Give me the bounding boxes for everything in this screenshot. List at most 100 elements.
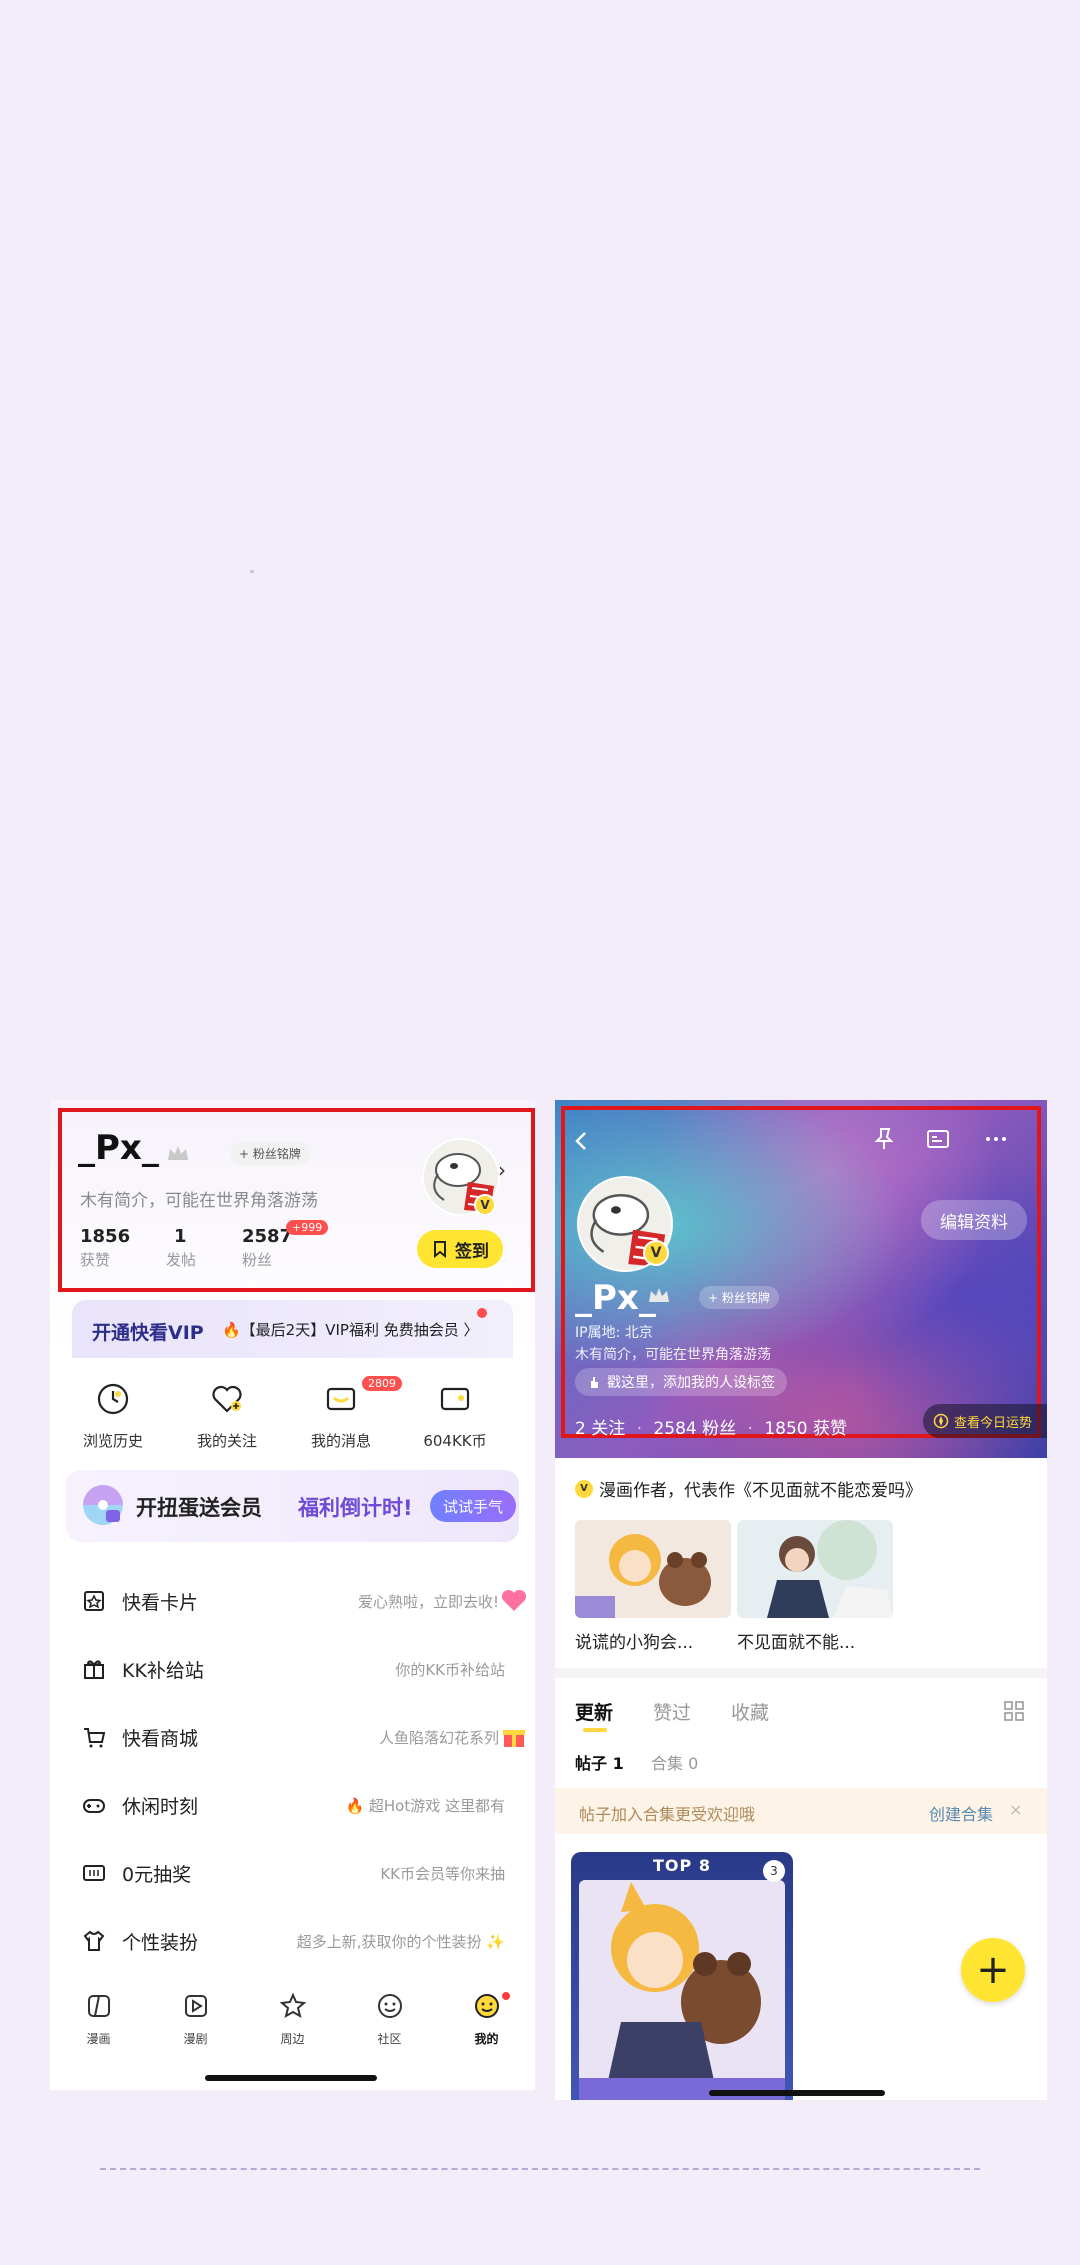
works-section: V 漫画作者，代表作《不见面就不能恋爱吗》 说谎的小狗会... 不见面就不能..… <box>555 1458 1047 1668</box>
grid-view-icon[interactable] <box>1003 1700 1025 1722</box>
post-image-count: 3 <box>763 1860 785 1882</box>
home-indicator <box>205 2075 377 2081</box>
profile-stats: 2 关注 · 2584 粉丝 · 1850 获赞 <box>575 1414 853 1439</box>
menu-hint: 你的KK币补给站 <box>395 1661 505 1679</box>
notification-dot <box>502 1992 510 2000</box>
profile-card-icon[interactable] <box>925 1126 951 1152</box>
pin-icon[interactable] <box>871 1126 897 1152</box>
tab-label: 周边 <box>280 2032 305 2046</box>
gacha-try-button[interactable]: 试试手气 <box>430 1490 516 1522</box>
stat-likes[interactable]: 1856 获赞 <box>80 1226 130 1270</box>
tab-liked[interactable]: 赞过 <box>653 1698 691 1725</box>
quick-action-label: 浏览历史 <box>82 1432 143 1450</box>
bottom-tab-bar: 漫画 漫剧 周边 社区 我的 <box>50 1980 535 2055</box>
menu-label: 快看商城 <box>122 1728 199 1750</box>
gacha-highlight: 福利倒计时! <box>298 1496 413 1520</box>
stat-fans-label: 粉丝 <box>242 1251 273 1269</box>
post-rank-banner: TOP 8 <box>653 1856 711 1875</box>
post-card[interactable]: TOP 8 3 <box>571 1852 793 2100</box>
menu-label: 休闲时刻 <box>122 1796 199 1818</box>
quick-action-messages[interactable]: 我的消息 <box>286 1382 396 1451</box>
gamepad-icon <box>83 1799 105 1813</box>
subtab-collections[interactable]: 合集 0 <box>651 1750 698 1774</box>
profile-name[interactable]: _Px_ <box>78 1128 159 1168</box>
tab-comics[interactable]: 漫画 <box>50 1992 147 2047</box>
verified-icon: V <box>474 1194 496 1216</box>
profile-bio: 木有简介，可能在世界角落游荡 <box>575 1347 771 1363</box>
quick-action-label: 604KK币 <box>423 1432 487 1450</box>
add-tag-button[interactable]: 戳这里，添加我的人设标签 <box>575 1368 787 1396</box>
work-item[interactable]: 说谎的小狗会... <box>575 1520 731 1653</box>
work-cover-image <box>575 1520 731 1618</box>
menu-label: 0元抽奖 <box>122 1864 192 1886</box>
menu-row-lottery[interactable]: 0元抽奖 KK币会员等你来抽 <box>50 1839 535 1907</box>
add-post-button[interactable]: + <box>961 1938 1025 2002</box>
stat-posts-value: 1 <box>174 1226 187 1247</box>
edit-profile-button[interactable]: 编辑资料 <box>921 1200 1027 1240</box>
stat-likes-value: 1856 <box>80 1226 131 1247</box>
work-item[interactable]: 不见面就不能... <box>737 1520 893 1653</box>
home-indicator <box>709 2090 885 2096</box>
menu-row-mall[interactable]: 快看商城 人鱼陷落幻花系列 <box>50 1703 535 1771</box>
menu-hint: 人鱼陷落幻花系列 <box>378 1729 499 1747</box>
fans-new-badge: +999 <box>286 1220 329 1235</box>
posts-list: TOP 8 3 + <box>555 1834 1047 2100</box>
stat-posts[interactable]: 1 发帖 <box>166 1226 196 1270</box>
tab-drama[interactable]: 漫剧 <box>147 1992 244 2047</box>
ticket-icon <box>83 1865 105 1881</box>
verified-icon: V <box>575 1479 593 1498</box>
menu-row-supply[interactable]: KK补给站 你的KK币补给站 <box>50 1635 535 1703</box>
menu-row-cards[interactable]: 快看卡片 爱心熟啦，立即去收! <box>50 1567 535 1635</box>
menu-hint: 🔥 超Hot游戏 这里都有 <box>345 1797 505 1815</box>
vip-promo[interactable]: 🔥【最后2天】VIP福利 免费抽会员 〉 <box>222 1319 479 1340</box>
author-intro: V 漫画作者，代表作《不见面就不能恋爱吗》 <box>575 1476 922 1501</box>
fan-badge-button[interactable]: + 粉丝铭牌 <box>699 1286 779 1309</box>
tip-text: 帖子加入合集更受欢迎哦 <box>579 1805 756 1824</box>
gacha-banner[interactable]: 开扭蛋送会员 福利倒计时! 试试手气 <box>66 1470 519 1542</box>
comic-icon <box>87 1995 110 2017</box>
vip-banner[interactable]: 开通快看VIP 🔥【最后2天】VIP福利 免费抽会员 〉 <box>72 1300 513 1358</box>
chevron-right-icon[interactable]: › <box>498 1158 506 1182</box>
fortune-icon <box>933 1413 949 1429</box>
wallet-icon <box>440 1387 470 1411</box>
likes-count[interactable]: 1850 获赞 <box>764 1419 847 1439</box>
tab-community[interactable]: 社区 <box>341 1992 438 2047</box>
tab-label: 我的 <box>474 2032 499 2046</box>
menu-row-dressup[interactable]: 个性装扮 超多上新,获取你的个性装扮 ✨ <box>50 1907 535 1975</box>
tab-updates[interactable]: 更新 <box>575 1698 613 1725</box>
heart-plus-icon <box>212 1385 242 1413</box>
more-icon[interactable] <box>983 1126 1009 1152</box>
stat-fans[interactable]: 2587 粉丝 <box>242 1226 292 1270</box>
follow-count[interactable]: 2 关注 <box>575 1419 625 1439</box>
message-count-badge: 2809 <box>362 1376 402 1391</box>
fan-badge-button[interactable]: + 粉丝铭牌 <box>230 1142 310 1165</box>
quick-action-following[interactable]: 我的关注 <box>172 1382 282 1451</box>
checkin-icon <box>434 1241 446 1258</box>
fortune-label: 查看今日运势 <box>954 1415 1033 1431</box>
separator: · <box>636 1419 643 1439</box>
hand-icon <box>591 1377 598 1388</box>
tab-label: 漫画 <box>86 2032 111 2046</box>
quick-action-wallet[interactable]: 604KK币 <box>400 1382 510 1451</box>
tab-merch[interactable]: 周边 <box>244 1992 341 2047</box>
gacha-title: 开扭蛋送会员 <box>136 1496 262 1520</box>
quick-action-history[interactable]: 浏览历史 <box>58 1382 168 1451</box>
daily-fortune-button[interactable]: 查看今日运势 <box>923 1404 1047 1438</box>
checkin-button[interactable]: 签到 <box>417 1230 503 1268</box>
menu-label: KK补给站 <box>122 1660 204 1682</box>
back-icon[interactable] <box>569 1128 595 1154</box>
smiley-icon <box>474 1994 499 2018</box>
tab-mine[interactable]: 我的 <box>438 1992 535 2047</box>
fans-count[interactable]: 2584 粉丝 <box>653 1419 736 1439</box>
quick-action-label: 我的消息 <box>310 1432 371 1450</box>
close-icon[interactable]: × <box>1009 1800 1022 1819</box>
menu-row-games[interactable]: 休闲时刻 🔥 超Hot游戏 这里都有 <box>50 1771 535 1839</box>
card-icon <box>84 1591 104 1611</box>
cart-icon <box>84 1728 106 1748</box>
create-collection-link[interactable]: 创建合集 <box>929 1801 993 1825</box>
left-phone-screen: _Px_ + 粉丝铭牌 木有简介，可能在世界角落游荡 1856 获赞 1 发帖 … <box>50 1100 535 2090</box>
work-title: 说谎的小狗会... <box>575 1633 694 1653</box>
tab-favorites[interactable]: 收藏 <box>731 1698 769 1725</box>
gacha-ball-icon <box>83 1485 123 1525</box>
subtab-posts[interactable]: 帖子 1 <box>575 1750 624 1774</box>
